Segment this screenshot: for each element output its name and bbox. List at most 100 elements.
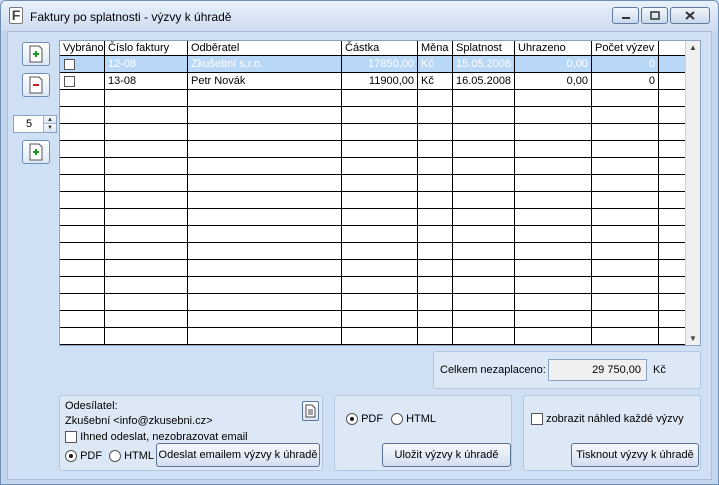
email-html-radio-row[interactable]: HTML [109,450,155,463]
preview-checkbox-row[interactable]: zobrazit náhled každé výzvy [531,413,684,426]
empty-cell [418,90,453,107]
empty-cell [515,192,592,209]
table-row[interactable]: 13-08 Petr Novák 11900,00 Kč 16.05.2008 0,00 0 [60,73,687,90]
empty-cell [188,209,342,226]
empty-cell [342,328,418,345]
empty-cell [418,311,453,328]
empty-cell [453,243,515,260]
empty-cell [515,260,592,277]
empty-cell [342,192,418,209]
column-header[interactable]: Splatnost [453,41,515,56]
maximize-button[interactable] [641,7,668,24]
column-header[interactable]: Vybráno [60,41,105,56]
empty-cell [592,209,659,226]
save-pdf-radio-row[interactable]: PDF [346,413,384,426]
column-header[interactable]: Uhrazeno [515,41,592,56]
empty-row [60,209,687,226]
grid-body: Vybráno Číslo faktury Odběratel Částka M… [60,41,687,345]
empty-cell [188,107,342,124]
print-group: zobrazit náhled každé výzvy Tisknout výz… [523,395,701,471]
email-html-label: HTML [124,450,155,462]
grid-header: Vybráno Číslo faktury Odběratel Částka M… [60,41,687,56]
empty-cell [659,209,687,226]
empty-cell [592,243,659,260]
empty-cell [188,328,342,345]
column-header[interactable]: Číslo faktury [105,41,188,56]
remove-document-icon [29,76,43,94]
empty-cell [342,294,418,311]
empty-cell [453,209,515,226]
table-row[interactable]: 12-08 Zkušební s.r.o. 17850,00 Kč 15.05.2008… [60,56,687,73]
column-header[interactable]: Odběratel [188,41,342,56]
email-pdf-radio-row[interactable]: PDF [65,450,102,463]
empty-cell [659,328,687,345]
stepper-up-icon[interactable]: ▲ [43,116,56,124]
empty-cell [515,90,592,107]
save-html-radio-row[interactable]: HTML [391,413,436,426]
invoice-grid[interactable]: Vybráno Číslo faktury Odběratel Částka M… [59,40,701,346]
empty-cell [60,328,105,345]
send-now-checkbox[interactable] [65,431,77,444]
grid-scrollbar[interactable]: ▲ ▼ [685,41,700,345]
column-header[interactable]: Počet výzev [592,41,659,56]
empty-cell [453,90,515,107]
empty-cell [188,141,342,158]
row-checkbox[interactable] [64,76,75,87]
empty-row [60,311,687,328]
empty-cell [342,90,418,107]
empty-cell [592,192,659,209]
empty-cell [342,175,418,192]
send-now-checkbox-row[interactable]: Ihned odeslat, nezobrazovat email [65,431,248,444]
add-rows-button[interactable] [22,140,50,164]
empty-cell [105,277,188,294]
save-reminders-button[interactable]: Uložit výzvy k úhradě [382,443,511,467]
empty-cell [659,107,687,124]
email-pdf-radio[interactable] [65,450,77,463]
scroll-down-icon[interactable]: ▼ [689,334,697,343]
column-header[interactable]: Částka [342,41,418,56]
close-button[interactable] [670,7,710,24]
empty-cell [659,141,687,158]
total-currency: Kč [653,364,666,376]
empty-row [60,294,687,311]
stepper-down-icon[interactable]: ▼ [43,124,56,132]
empty-cell [188,294,342,311]
empty-cell [105,209,188,226]
total-panel: Celkem nezaplaceno: 29 750,00 Kč [433,351,701,389]
sender-value: Zkušební <info@zkusebni.cz> [65,415,213,427]
scroll-up-icon[interactable]: ▲ [689,43,697,52]
save-pdf-radio[interactable] [346,413,358,426]
empty-cell [342,311,418,328]
save-html-radio[interactable] [391,413,403,426]
empty-row [60,277,687,294]
cell-amount: 17850,00 [342,56,418,73]
cell-number: 13-08 [105,73,188,90]
send-email-button[interactable]: Odeslat emailem výzvy k úhradě [156,443,320,467]
empty-cell [515,328,592,345]
column-header-filler [659,41,687,56]
empty-cell [418,192,453,209]
empty-cell [188,124,342,141]
edit-sender-button[interactable] [302,401,319,421]
empty-cell [453,124,515,141]
count-stepper[interactable]: 5 ▲ ▼ [13,115,57,133]
remove-invoice-button[interactable] [22,73,50,97]
column-header[interactable]: Měna [418,41,453,56]
row-checkbox[interactable] [64,59,75,70]
empty-cell [453,158,515,175]
minimize-button[interactable] [612,7,639,24]
add-invoice-button[interactable] [22,42,50,66]
cell-number: 12-08 [105,56,188,73]
empty-cell [515,175,592,192]
preview-checkbox[interactable] [531,413,543,426]
print-reminders-button[interactable]: Tisknout výzvy k úhradě [571,443,699,467]
save-pdf-label: PDF [361,413,384,425]
client-area: 5 ▲ ▼ Vybráno Číslo faktury Odběratel Čá… [7,31,712,480]
empty-cell [453,328,515,345]
empty-cell [60,90,105,107]
empty-cell [188,311,342,328]
email-html-radio[interactable] [109,450,121,463]
empty-cell [188,277,342,294]
cell-reminders: 0 [592,56,659,73]
empty-cell [60,192,105,209]
